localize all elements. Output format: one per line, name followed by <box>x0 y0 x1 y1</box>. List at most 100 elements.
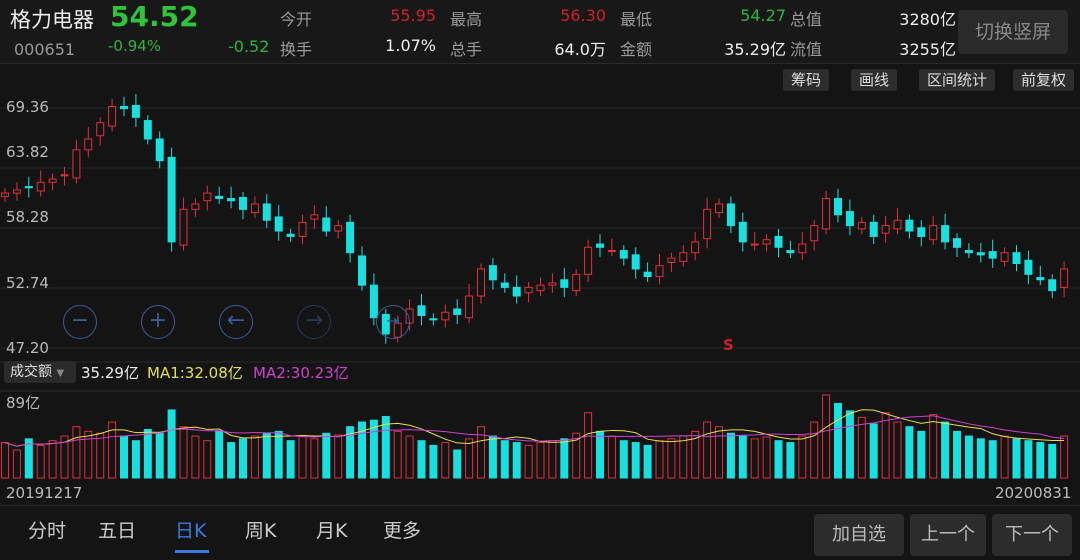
candle-up <box>762 239 771 245</box>
kline-chart[interactable] <box>0 94 1080 514</box>
scroll-left-button[interactable]: ← <box>219 305 253 339</box>
add-watchlist-button[interactable]: 加自选 <box>814 514 904 556</box>
toolbar-button[interactable]: 前复权 <box>1013 69 1075 91</box>
indicator-select[interactable]: 成交额 ▼ <box>4 361 76 383</box>
volume-bar <box>72 426 81 479</box>
tab-2[interactable]: 日K <box>175 516 206 543</box>
candle-down <box>631 254 640 270</box>
divider <box>0 505 1080 506</box>
stat-value: 3255亿 <box>899 40 956 59</box>
volume-bar <box>131 440 140 479</box>
tab-3[interactable]: 周K <box>245 516 276 543</box>
candle-down <box>24 186 33 189</box>
volume-max-label: 89亿 <box>6 394 41 412</box>
volume-bar <box>560 438 569 479</box>
candle-up <box>548 282 557 286</box>
candle-up <box>929 225 938 241</box>
candle-down <box>131 104 140 118</box>
active-tab-indicator <box>175 550 209 553</box>
candle-up <box>715 203 723 214</box>
stock-code: 000651 <box>14 40 76 59</box>
candle-up <box>310 214 319 220</box>
volume-bar <box>881 412 890 479</box>
zoom-in-button[interactable]: + <box>141 305 175 339</box>
candle-down <box>1012 252 1021 265</box>
candle-down <box>964 250 973 254</box>
candle-up <box>298 221 307 237</box>
indicator-select-label: 成交额 <box>10 364 52 380</box>
volume-bar <box>1 442 9 479</box>
stat-value: 64.0万 <box>554 40 606 59</box>
next-stock-button[interactable]: 下一个 <box>992 514 1072 556</box>
tab-1[interactable]: 五日 <box>98 516 136 543</box>
volume-bar <box>405 435 414 479</box>
volume-bar <box>596 430 604 479</box>
tab-0[interactable]: 分时 <box>28 516 66 543</box>
volume-bar <box>203 440 212 479</box>
reset-view-button[interactable]: ⇥ <box>376 305 410 339</box>
volume-bar <box>929 414 938 479</box>
candle-down <box>215 195 224 200</box>
volume-bar <box>239 438 247 479</box>
previous-stock-button[interactable]: 上一个 <box>910 514 986 556</box>
volume-bar <box>869 423 878 479</box>
chevron-down-icon: ▼ <box>56 368 65 379</box>
volume-bar <box>120 435 128 479</box>
volume-bar <box>262 432 271 479</box>
toolbar-button[interactable]: 画线 <box>851 69 898 91</box>
candle-up <box>857 221 866 230</box>
candle-up <box>108 105 117 127</box>
volume-bar <box>310 438 319 479</box>
volume-bar <box>726 432 735 479</box>
stat-label: 换手 <box>280 40 313 59</box>
switch-portrait-button[interactable]: 切换竖屏 <box>958 10 1068 54</box>
volume-bar <box>857 416 866 479</box>
candle-down <box>1048 279 1057 292</box>
volume-bar <box>465 438 474 479</box>
tab-4[interactable]: 月K <box>316 516 347 543</box>
candle-down <box>322 217 331 232</box>
candle-down <box>869 221 878 237</box>
tab-5[interactable]: 更多 <box>383 516 421 543</box>
stat-value: 3280亿 <box>899 10 956 29</box>
volume-bar <box>762 436 771 479</box>
candle-down <box>619 250 628 259</box>
candle-up <box>536 284 545 292</box>
candle-down <box>988 251 997 259</box>
volume-bar <box>1024 440 1033 479</box>
candle-down <box>643 271 652 278</box>
candle-up <box>810 225 819 242</box>
candle-up <box>334 225 343 232</box>
candle-up <box>881 225 890 234</box>
toolbar-button[interactable]: 筹码 <box>783 69 830 91</box>
volume-bar <box>1048 443 1057 479</box>
candle-up <box>691 241 700 254</box>
volume-bar <box>834 402 842 479</box>
candle-down <box>239 196 247 210</box>
volume-bar <box>905 426 914 479</box>
candle-up <box>822 198 831 230</box>
volume-bar <box>12 449 21 479</box>
candle-down <box>941 225 950 243</box>
volume-bar <box>703 421 712 479</box>
change-amount: -0.52 <box>228 37 270 56</box>
candle-up <box>477 268 485 297</box>
volume-bar <box>750 438 759 479</box>
candle-down <box>726 203 735 227</box>
volume-bar <box>369 419 378 479</box>
candle-up <box>203 192 212 202</box>
toolbar-button[interactable]: 区间统计 <box>919 69 996 91</box>
price-axis-label: 69.36 <box>6 98 49 116</box>
volume-bar <box>786 442 795 479</box>
volume-bar <box>393 430 402 479</box>
candle-up <box>179 208 188 246</box>
scroll-right-button[interactable]: → <box>297 305 331 339</box>
zoom-out-button[interactable]: − <box>63 305 97 339</box>
candle-up <box>1 192 9 197</box>
volume-bar <box>619 440 628 479</box>
stat-label: 最低 <box>620 10 653 29</box>
candle-up <box>48 178 57 183</box>
volume-bar <box>893 421 902 479</box>
volume-bar <box>1060 435 1069 479</box>
volume-bar <box>417 440 426 479</box>
